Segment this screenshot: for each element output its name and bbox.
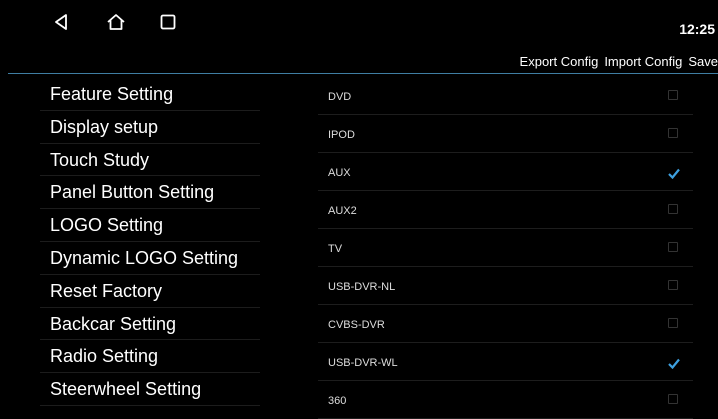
sidebar-item-reset-factory[interactable]: Reset Factory [40, 275, 260, 308]
divider [8, 73, 718, 74]
list-item[interactable]: USB-DVR-NL [318, 267, 693, 305]
clock: 12:25 [679, 21, 715, 37]
action-bar: Export Config Import Config Save [0, 44, 718, 74]
feature-label: AUX2 [328, 205, 357, 217]
feature-label: CVBS-DVR [328, 319, 385, 331]
export-config-button[interactable]: Export Config [520, 54, 599, 69]
checkbox[interactable] [668, 128, 678, 138]
checkbox-checked[interactable] [668, 356, 680, 370]
back-icon[interactable] [49, 10, 73, 34]
list-item[interactable]: DVD [318, 77, 693, 115]
checkbox[interactable] [668, 90, 678, 100]
sidebar-item-logo-setting[interactable]: LOGO Setting [40, 209, 260, 242]
checkbox[interactable] [668, 280, 678, 290]
sidebar-item-display-setup[interactable]: Display setup [40, 111, 260, 144]
sidebar-item-backcar-setting[interactable]: Backcar Setting [40, 308, 260, 341]
feature-label: TV [328, 243, 343, 255]
status-bar: 12:25 [0, 0, 718, 44]
import-config-button[interactable]: Import Config [604, 54, 682, 69]
checkbox[interactable] [668, 242, 678, 252]
list-item[interactable]: AUX2 [318, 191, 693, 229]
checkbox[interactable] [668, 318, 678, 328]
sidebar-item-dynamic-logo-setting[interactable]: Dynamic LOGO Setting [40, 242, 260, 275]
list-item[interactable]: IPOD [318, 115, 693, 153]
checkmark-icon [668, 358, 680, 370]
save-button[interactable]: Save [688, 54, 718, 69]
recents-icon[interactable] [156, 10, 180, 34]
checkbox[interactable] [668, 204, 678, 214]
sidebar-item-panel-button-setting[interactable]: Panel Button Setting [40, 176, 260, 210]
sidebar-item-feature-setting[interactable]: Feature Setting [40, 78, 260, 111]
checkmark-icon [668, 168, 680, 180]
feature-list: DVD IPOD AUX AUX2 TV USB-DVR-NL CVBS-DVR USB-DV… [318, 77, 693, 419]
checkbox-checked[interactable] [668, 166, 680, 180]
list-item[interactable]: 360 [318, 381, 693, 419]
sidebar-item-steerwheel-setting[interactable]: Steerwheel Setting [40, 373, 260, 406]
feature-label: IPOD [328, 129, 355, 141]
feature-label: AUX [328, 167, 351, 179]
list-item[interactable]: TV [318, 229, 693, 267]
list-item[interactable]: AUX [318, 153, 693, 191]
feature-label: 360 [328, 395, 347, 407]
feature-label: USB-DVR-NL [328, 281, 396, 293]
checkbox[interactable] [668, 394, 678, 404]
home-icon[interactable] [104, 10, 128, 34]
feature-label: USB-DVR-WL [328, 357, 398, 369]
sidebar-item-touch-study[interactable]: Touch Study [40, 144, 260, 177]
sidebar: Feature Setting Display setup Touch Stud… [40, 78, 260, 406]
sidebar-item-radio-setting[interactable]: Radio Setting [40, 340, 260, 374]
list-item[interactable]: CVBS-DVR [318, 305, 693, 343]
list-item[interactable]: USB-DVR-WL [318, 343, 693, 381]
feature-label: DVD [328, 91, 352, 103]
